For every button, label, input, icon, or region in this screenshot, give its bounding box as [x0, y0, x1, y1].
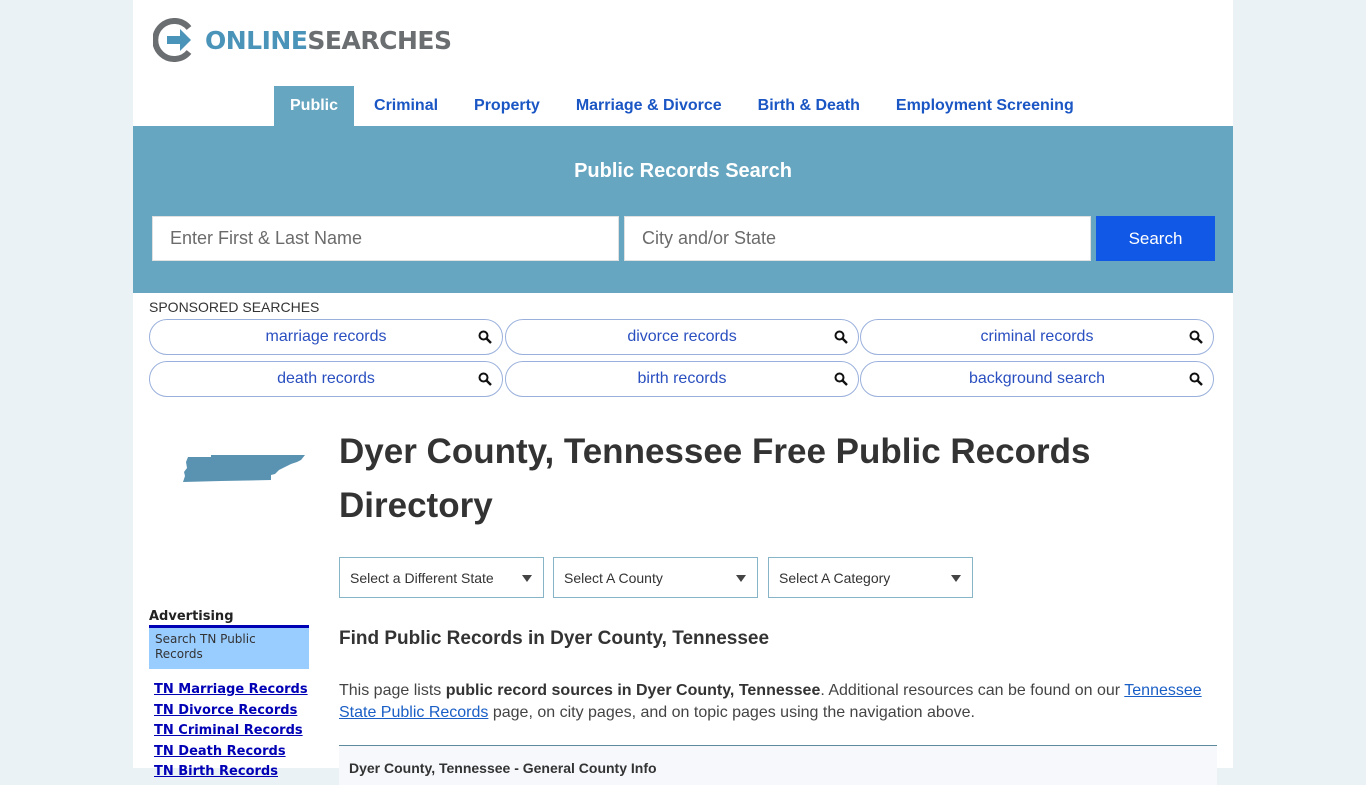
tennessee-map-icon	[183, 455, 305, 482]
pill-label: marriage records	[265, 328, 387, 345]
sponsored-death-records[interactable]: death records	[149, 361, 503, 397]
pill-label: criminal records	[980, 328, 1094, 345]
search-icon	[478, 372, 492, 386]
page-title: Dyer County, Tennessee Free Public Recor…	[339, 432, 1091, 525]
select-county-label: Select A County	[564, 569, 663, 586]
sidebar-link-marriage[interactable]: TN Marriage Records	[154, 680, 308, 701]
select-county-dropdown[interactable]: Select A County	[553, 557, 758, 598]
intro-text-pre: This page lists	[339, 682, 446, 699]
select-category-label: Select A Category	[779, 569, 891, 586]
logo-text-searches: SEARCHES	[307, 25, 452, 55]
nav-employment-screening[interactable]: Employment Screening	[880, 86, 1090, 126]
logo-icon	[153, 18, 192, 62]
intro-text-post: page, on city pages, and on topic pages …	[488, 704, 975, 721]
section-subtitle: Find Public Records in Dyer County, Tenn…	[339, 628, 770, 649]
sponsored-background-search[interactable]: background search	[860, 361, 1214, 397]
advertising-label: Advertising	[149, 609, 234, 624]
intro-text-bold: public record sources in Dyer County, Te…	[445, 682, 821, 699]
sponsored-marriage-records[interactable]: marriage records	[149, 319, 503, 355]
search-tn-public-records-box[interactable]: Search TN Public Records	[149, 628, 309, 669]
search-button[interactable]: Search	[1096, 216, 1215, 261]
intro-text-mid: . Additional resources can be found on o…	[820, 682, 1125, 699]
info-box-title: Dyer County, Tennessee - General County …	[349, 760, 657, 776]
site-logo[interactable]: ONLINESEARCHES	[153, 18, 452, 62]
city-state-input[interactable]: City and/or State	[624, 216, 1091, 261]
select-category-dropdown[interactable]: Select A Category	[768, 557, 973, 598]
pill-label: divorce records	[627, 328, 737, 345]
sidebar-link-divorce[interactable]: TN Divorce Records	[154, 701, 308, 722]
name-input[interactable]: Enter First & Last Name	[152, 216, 619, 261]
main-nav: Public Criminal Property Marriage & Divo…	[274, 86, 1094, 126]
pill-label: birth records	[637, 370, 727, 387]
search-icon	[1189, 330, 1203, 344]
general-county-info-box: Dyer County, Tennessee - General County …	[339, 745, 1217, 785]
search-icon	[834, 330, 848, 344]
nav-marriage-divorce[interactable]: Marriage & Divorce	[560, 86, 738, 126]
chevron-down-icon	[522, 575, 532, 582]
nav-birth-death[interactable]: Birth & Death	[742, 86, 876, 126]
logo-text-online: ONLINE	[205, 25, 308, 55]
search-hero: Public Records Search Enter First & Last…	[133, 126, 1233, 293]
select-state-label: Select a Different State	[350, 569, 494, 586]
nav-public[interactable]: Public	[274, 86, 355, 126]
hero-title: Public Records Search	[574, 160, 792, 182]
sidebar-link-birth[interactable]: TN Birth Records	[154, 762, 308, 783]
sidebar-link-death[interactable]: TN Death Records	[154, 742, 308, 763]
search-icon	[1189, 372, 1203, 386]
intro-paragraph: This page lists public record sources in…	[339, 680, 1217, 724]
select-state-dropdown[interactable]: Select a Different State	[339, 557, 544, 598]
nav-property[interactable]: Property	[458, 86, 556, 126]
sidebar-link-criminal[interactable]: TN Criminal Records	[154, 721, 308, 742]
pill-label: death records	[277, 370, 375, 387]
pill-label: background search	[968, 370, 1106, 387]
page-container: ONLINESEARCHES Public Criminal Property …	[133, 0, 1233, 785]
nav-criminal[interactable]: Criminal	[358, 86, 454, 126]
sponsored-searches-label: SPONSORED SEARCHES	[149, 299, 320, 315]
sponsored-criminal-records[interactable]: criminal records	[860, 319, 1214, 355]
chevron-down-icon	[736, 575, 746, 582]
chevron-down-icon	[951, 575, 961, 582]
search-icon	[478, 330, 492, 344]
sponsored-birth-records[interactable]: birth records	[505, 361, 859, 397]
sponsored-divorce-records[interactable]: divorce records	[505, 319, 859, 355]
search-icon	[834, 372, 848, 386]
